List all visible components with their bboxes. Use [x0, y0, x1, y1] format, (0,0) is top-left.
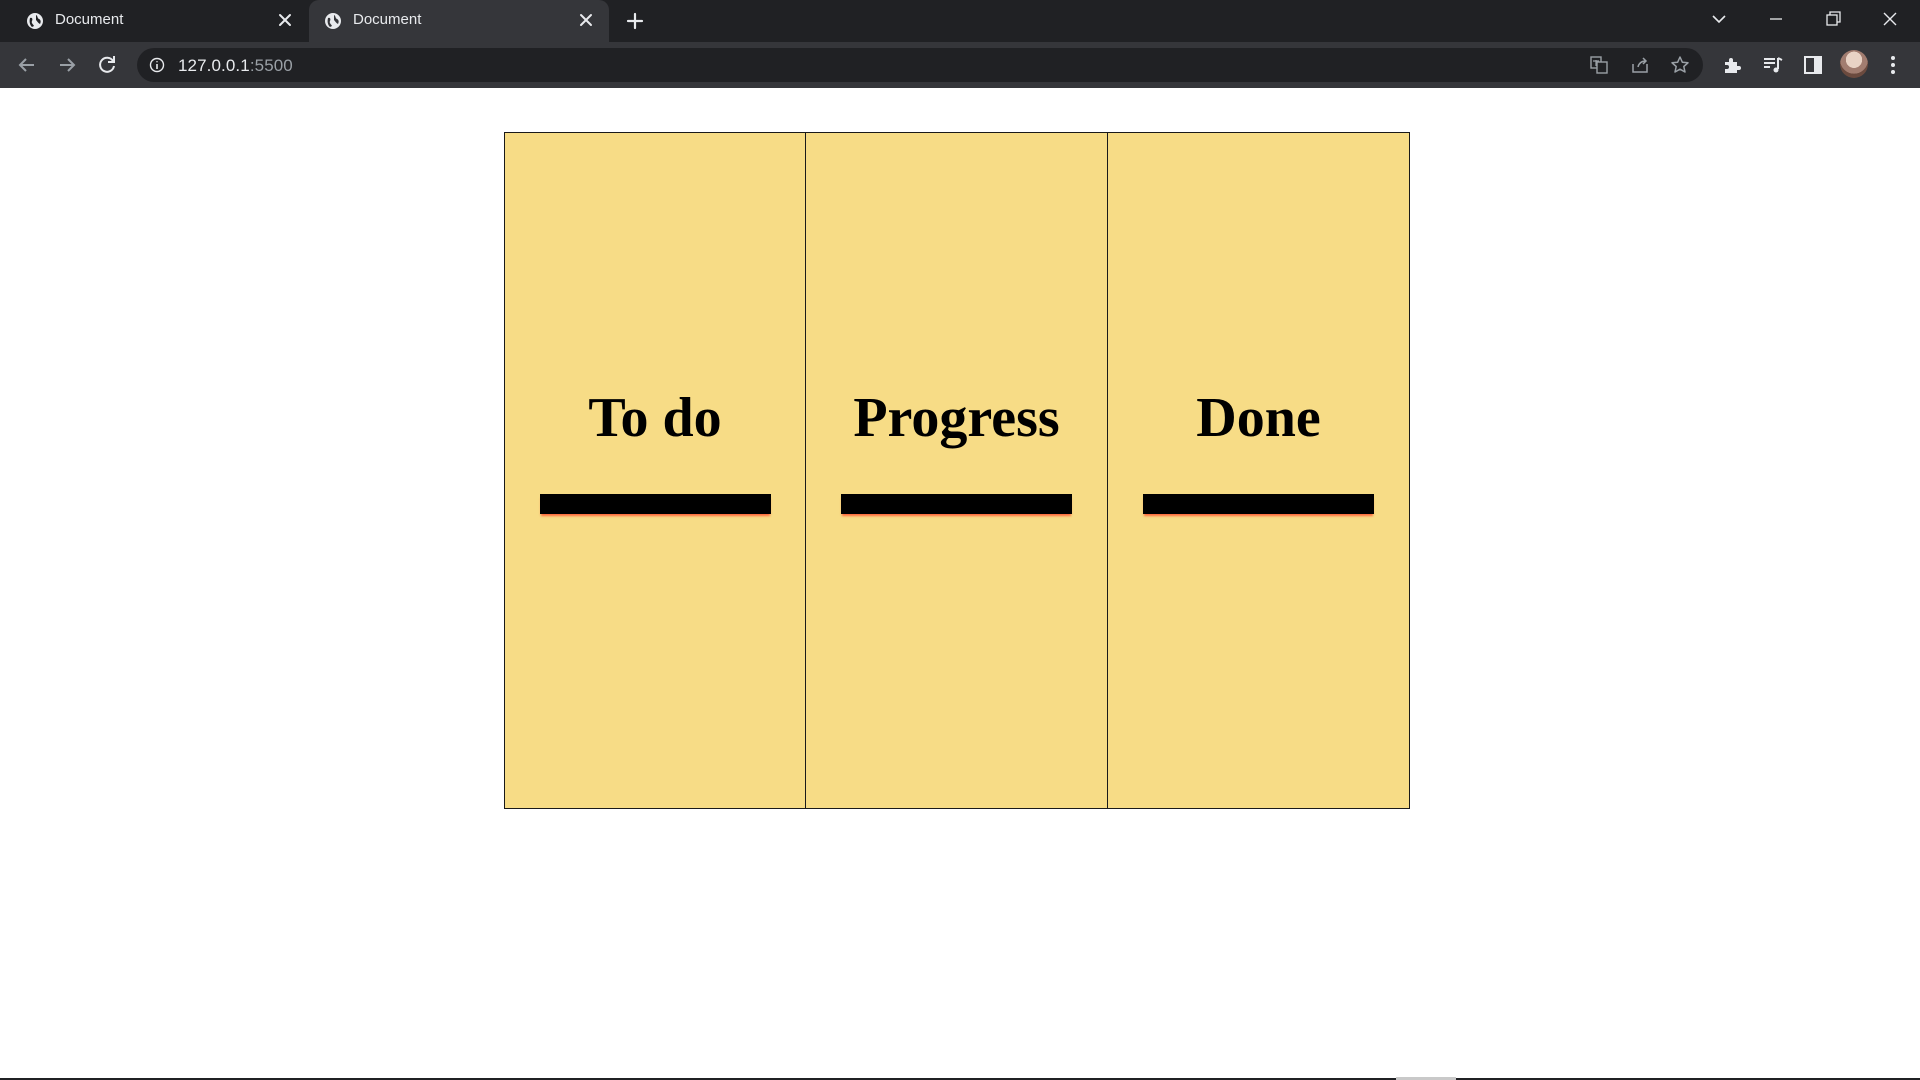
tab-search-chevron-down-icon[interactable] — [1705, 8, 1733, 30]
url-text: 127.0.0.1:5500 — [178, 56, 293, 76]
tab-document-1[interactable]: Document — [0, 0, 308, 42]
page-content: To do Progress Done — [0, 88, 1920, 1080]
reload-icon[interactable] — [95, 53, 119, 77]
tab-title: Document — [55, 11, 124, 28]
column-heading: To do — [588, 387, 722, 449]
kanban-board: To do Progress Done — [504, 132, 1410, 809]
globe-icon — [27, 13, 43, 29]
translate-icon[interactable] — [1589, 55, 1609, 75]
url-port: :5500 — [249, 56, 293, 75]
column-todo: To do — [504, 132, 806, 809]
media-queue-icon[interactable] — [1761, 53, 1785, 77]
tab-document-2[interactable]: Document — [309, 0, 609, 42]
extensions-puzzle-icon[interactable] — [1720, 53, 1744, 77]
restore-icon[interactable] — [1819, 8, 1847, 30]
forward-arrow-icon[interactable] — [55, 53, 79, 77]
column-progress: Progress — [806, 132, 1108, 809]
address-bar[interactable]: 127.0.0.1:5500 — [137, 48, 1703, 82]
browser-toolbar: 127.0.0.1:5500 — [0, 42, 1920, 88]
column-heading: Done — [1196, 387, 1321, 449]
close-icon[interactable] — [577, 11, 595, 29]
site-info-icon[interactable] — [149, 57, 165, 73]
menu-kebab-icon[interactable] — [1881, 53, 1905, 77]
new-tab-plus-icon[interactable] — [623, 9, 647, 33]
globe-icon — [325, 13, 341, 29]
back-arrow-icon[interactable] — [15, 53, 39, 77]
window-close-icon[interactable] — [1876, 8, 1904, 30]
draggable-bar[interactable] — [841, 494, 1072, 514]
column-done: Done — [1108, 132, 1410, 809]
tab-strip: Document Document — [0, 0, 1920, 42]
draggable-bar[interactable] — [540, 494, 771, 514]
url-host: 127.0.0.1 — [178, 56, 250, 75]
profile-avatar[interactable] — [1840, 50, 1868, 78]
close-icon[interactable] — [276, 11, 294, 29]
column-heading: Progress — [853, 387, 1060, 449]
tab-title: Document — [353, 11, 422, 28]
side-panel-icon[interactable] — [1801, 53, 1825, 77]
share-icon[interactable] — [1630, 55, 1650, 75]
minimize-icon[interactable] — [1762, 8, 1790, 30]
draggable-bar[interactable] — [1143, 494, 1374, 514]
bookmark-star-icon[interactable] — [1670, 55, 1690, 75]
